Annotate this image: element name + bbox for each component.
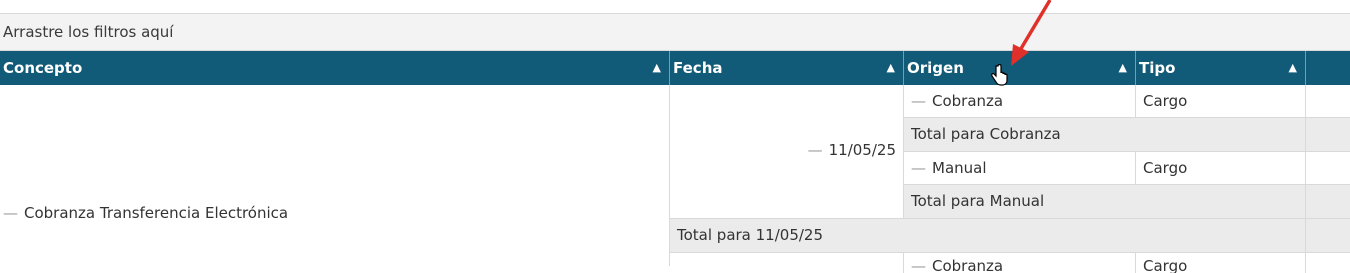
column-header-empty bbox=[1306, 51, 1350, 85]
column-header-tipo[interactable]: Tipo ▲ bbox=[1136, 51, 1306, 85]
subtotal-row: Total para Manual bbox=[904, 185, 1350, 219]
column-header-label: Origen bbox=[907, 59, 964, 77]
collapse-icon[interactable]: — bbox=[911, 159, 926, 177]
collapse-icon[interactable]: — bbox=[3, 204, 18, 222]
tipo-cell: Cargo bbox=[1136, 152, 1306, 185]
concepto-cell: — Cobranza Transferencia Electrónica bbox=[0, 85, 670, 266]
origen-cell: — Cobranza bbox=[904, 85, 1136, 118]
sort-ascending-icon[interactable]: ▲ bbox=[1119, 51, 1127, 85]
subtotal-row: Total para Cobranza bbox=[904, 118, 1350, 152]
collapse-icon[interactable]: — bbox=[911, 92, 926, 110]
collapse-icon[interactable]: — bbox=[911, 257, 926, 273]
collapse-icon[interactable]: — bbox=[808, 141, 823, 159]
tipo-cell: Cargo bbox=[1136, 85, 1306, 118]
date-total-label: Total para 11/05/25 bbox=[677, 226, 824, 244]
column-header-label: Fecha bbox=[673, 59, 723, 77]
origen-cell: — Manual bbox=[904, 152, 1136, 185]
fecha-value: 11/05/25 bbox=[828, 141, 896, 159]
tipo-value: Cargo bbox=[1143, 257, 1188, 273]
sort-ascending-icon[interactable]: ▲ bbox=[1289, 51, 1297, 85]
fecha-cell: — 11/05/25 bbox=[670, 85, 904, 219]
sort-ascending-icon[interactable]: ▲ bbox=[653, 51, 661, 85]
date-total-row: Total para 11/05/25 bbox=[670, 219, 1350, 253]
origen-value: Manual bbox=[932, 159, 987, 177]
filter-drop-area[interactable]: Arrastre los filtros aquí bbox=[0, 13, 1350, 51]
origen-value: Cobranza bbox=[932, 257, 1004, 273]
concepto-value: Cobranza Transferencia Electrónica bbox=[24, 204, 289, 222]
filter-drop-label: Arrastre los filtros aquí bbox=[3, 23, 174, 41]
annotation-arrow-icon bbox=[1011, 0, 1052, 66]
subtotal-label: Total para Cobranza bbox=[911, 125, 1061, 143]
subtotal-label: Total para Manual bbox=[911, 192, 1045, 210]
sort-ascending-icon[interactable]: ▲ bbox=[887, 51, 895, 85]
column-header-fecha[interactable]: Fecha ▲ bbox=[670, 51, 904, 85]
column-header-concepto[interactable]: Concepto ▲ bbox=[0, 51, 670, 85]
column-header-label: Tipo bbox=[1139, 59, 1176, 77]
tipo-cell: Cargo bbox=[1136, 253, 1306, 273]
column-header-label: Concepto bbox=[3, 59, 83, 77]
tipo-value: Cargo bbox=[1143, 159, 1188, 177]
empty-cell bbox=[1306, 85, 1350, 118]
fecha-cell bbox=[670, 253, 904, 273]
origen-cell: — Cobranza bbox=[904, 253, 1136, 273]
tipo-value: Cargo bbox=[1143, 92, 1188, 110]
hand-cursor-icon bbox=[991, 64, 1008, 86]
empty-cell bbox=[1306, 152, 1350, 185]
origen-value: Cobranza bbox=[932, 92, 1004, 110]
